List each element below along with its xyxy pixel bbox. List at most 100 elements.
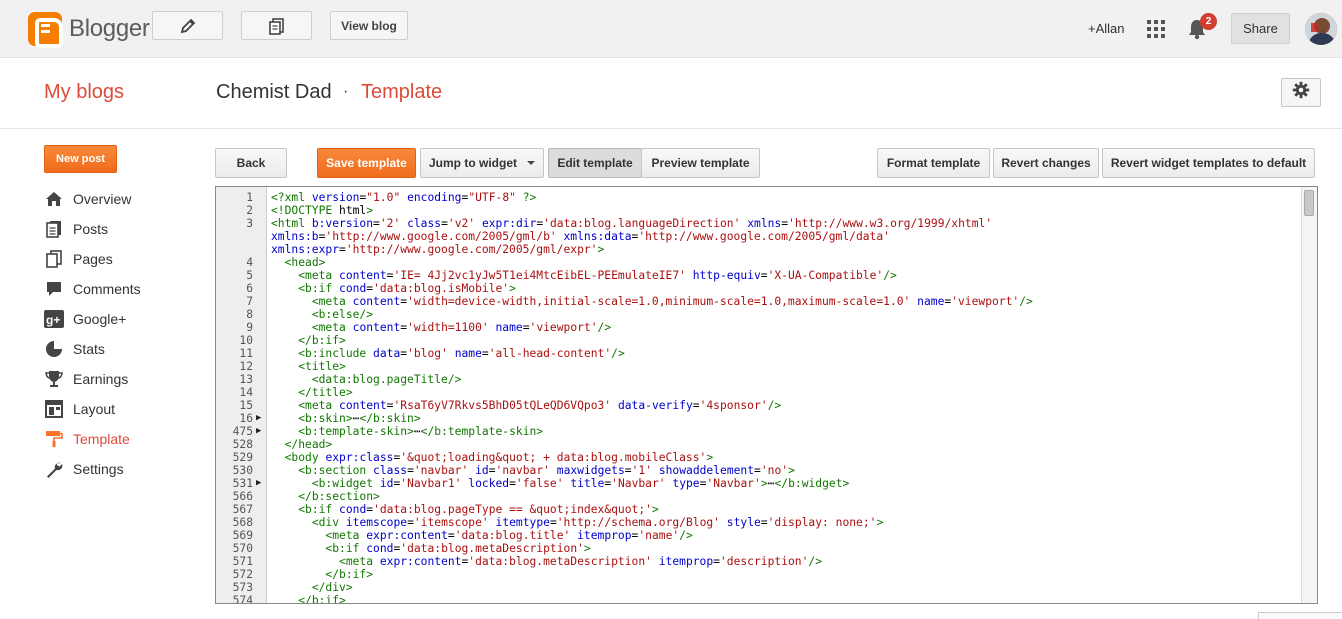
user-avatar[interactable] <box>1305 13 1337 45</box>
sidebar-item-stats[interactable]: Stats <box>44 338 105 360</box>
sidebar-item-comments[interactable]: Comments <box>44 278 141 300</box>
code-line[interactable]: 16 ▶ <b:skin>⋯</b:skin> <box>216 412 1302 425</box>
line-source[interactable]: <b:if cond='data:blog.metaDescription'> <box>271 542 590 555</box>
code-line[interactable]: 13 <data:blog.pageTitle/> <box>216 373 1302 386</box>
line-source[interactable]: </b:if> <box>271 568 373 581</box>
new-post-button[interactable]: New post <box>44 145 117 173</box>
code-line[interactable]: 574 </b:if> <box>216 594 1302 603</box>
line-source[interactable]: <head> <box>271 256 326 269</box>
line-source[interactable]: </head> <box>271 438 333 451</box>
line-source[interactable]: </b:if> <box>271 334 346 347</box>
sidebar-item-overview[interactable]: Overview <box>44 188 131 210</box>
line-source[interactable]: <?xml version="1.0" encoding="UTF-8" ?> <box>271 191 536 204</box>
editor-scrollbar[interactable] <box>1301 187 1317 603</box>
jump-to-widget-dropdown[interactable]: Jump to widget <box>420 148 544 178</box>
line-source[interactable]: <b:section class='navbar' id='navbar' ma… <box>271 464 795 477</box>
sidebar-item-settings[interactable]: Settings <box>44 458 124 480</box>
line-source[interactable]: <data:blog.pageTitle/> <box>271 373 462 386</box>
code-line[interactable]: 3 <html b:version='2' class='v2' expr:dir… <box>216 217 1302 230</box>
code-line[interactable]: 5 <meta content='IE= 4Jj2vc1yJw5T1ei4Mtc… <box>216 269 1302 282</box>
code-line[interactable]: 11 <b:include data='blog' name='all-head… <box>216 347 1302 360</box>
my-blogs-link[interactable]: My blogs <box>44 81 124 104</box>
line-source[interactable]: </b:section> <box>271 490 380 503</box>
line-source[interactable]: <div itemscope='itemscope' itemtype='htt… <box>271 516 883 529</box>
code-line[interactable]: 566 </b:section> <box>216 490 1302 503</box>
code-line[interactable]: 4 <head> <box>216 256 1302 269</box>
line-source[interactable]: <html b:version='2' class='v2' expr:dir=… <box>271 217 992 230</box>
code-line[interactable]: 12 <title> <box>216 360 1302 373</box>
line-source[interactable]: <meta content='RsaT6yV7Rkvs5BhD05tQLeQD6… <box>271 399 781 412</box>
code-line[interactable]: 10 </b:if> <box>216 334 1302 347</box>
code-line[interactable]: xmlns:expr='http://www.google.com/2005/g… <box>216 243 1302 256</box>
code-line[interactable]: 14 </title> <box>216 386 1302 399</box>
code-line[interactable]: 570 <b:if cond='data:blog.metaDescriptio… <box>216 542 1302 555</box>
line-source[interactable]: xmlns:expr='http://www.google.com/2005/g… <box>271 243 604 256</box>
sidebar-item-pages[interactable]: Pages <box>44 248 113 270</box>
line-source[interactable]: <b:skin>⋯</b:skin> <box>271 412 420 425</box>
line-source[interactable]: </div> <box>271 581 353 594</box>
code-line[interactable]: xmlns:b='http://www.google.com/2005/gml/… <box>216 230 1302 243</box>
revert-changes-button[interactable]: Revert changes <box>993 148 1099 178</box>
line-source[interactable]: </title> <box>271 386 352 399</box>
code-line[interactable]: 7 <meta content='width=device-width,init… <box>216 295 1302 308</box>
revert-widget-templates-button[interactable]: Revert widget templates to default <box>1102 148 1315 178</box>
code-lines[interactable]: 1 <?xml version="1.0" encoding="UTF-8" ?>… <box>216 191 1302 603</box>
blog-name-link[interactable]: Chemist Dad <box>216 81 332 104</box>
sidebar-item-template[interactable]: Template <box>44 428 130 450</box>
new-post-pencil-button[interactable] <box>152 11 223 40</box>
code-line[interactable]: 530 <b:section class='navbar' id='navbar… <box>216 464 1302 477</box>
share-button[interactable]: Share <box>1231 13 1290 44</box>
notification-count-badge[interactable]: 2 <box>1200 13 1217 30</box>
code-line[interactable]: 572 </b:if> <box>216 568 1302 581</box>
fold-toggle-icon[interactable]: ▶ <box>256 477 264 490</box>
code-line[interactable]: 531 ▶ <b:widget id='Navbar1' locked='fals… <box>216 477 1302 490</box>
code-line[interactable]: 2 <!DOCTYPE html> <box>216 204 1302 217</box>
line-source[interactable]: <meta expr:content='data:blog.metaDescri… <box>271 555 822 568</box>
apps-grid-icon[interactable] <box>1147 20 1165 38</box>
line-source[interactable]: <meta expr:content='data:blog.title' ite… <box>271 529 692 542</box>
scrollbar-thumb[interactable] <box>1304 190 1314 216</box>
format-template-button[interactable]: Format template <box>877 148 990 178</box>
blogger-logo-text[interactable]: Blogger <box>69 15 150 43</box>
line-source[interactable]: <body expr:class='&quot;loading&quot; + … <box>271 451 714 464</box>
code-line[interactable]: 573 </div> <box>216 581 1302 594</box>
fold-toggle-icon[interactable]: ▶ <box>256 412 264 425</box>
user-profile-link[interactable]: +Allan <box>1088 21 1125 36</box>
preview-template-button[interactable]: Preview template <box>641 148 760 178</box>
blogger-logo-icon[interactable] <box>28 12 63 48</box>
posts-list-button[interactable] <box>241 11 312 40</box>
code-line[interactable]: 567 <b:if cond='data:blog.pageType == &q… <box>216 503 1302 516</box>
line-source[interactable]: <b:widget id='Navbar1' locked='false' ti… <box>271 477 850 490</box>
back-button[interactable]: Back <box>215 148 287 178</box>
line-source[interactable]: <meta content='width=1100' name='viewpor… <box>271 321 611 334</box>
edit-template-button[interactable]: Edit template <box>548 148 642 178</box>
code-line[interactable]: 568 <div itemscope='itemscope' itemtype=… <box>216 516 1302 529</box>
save-template-button[interactable]: Save template <box>317 148 416 178</box>
code-line[interactable]: 528 </head> <box>216 438 1302 451</box>
line-source[interactable]: <title> <box>271 360 346 373</box>
code-line[interactable]: 475 ▶ <b:template-skin>⋯</b:template-skin… <box>216 425 1302 438</box>
line-source[interactable]: <b:else/> <box>271 308 373 321</box>
line-source[interactable]: <meta content='width=device-width,initia… <box>271 295 1033 308</box>
code-line[interactable]: 569 <meta expr:content='data:blog.title'… <box>216 529 1302 542</box>
code-line[interactable]: 529 <body expr:class='&quot;loading&quot… <box>216 451 1302 464</box>
code-line[interactable]: 1 <?xml version="1.0" encoding="UTF-8" ?> <box>216 191 1302 204</box>
line-source[interactable]: <b:template-skin>⋯</b:template-skin> <box>271 425 543 438</box>
line-source[interactable]: <b:if cond='data:blog.isMobile'> <box>271 282 516 295</box>
line-source[interactable]: <b:if cond='data:blog.pageType == &quot;… <box>271 503 659 516</box>
code-line[interactable]: 571 <meta expr:content='data:blog.metaDe… <box>216 555 1302 568</box>
line-source[interactable]: xmlns:b='http://www.google.com/2005/gml/… <box>271 230 890 243</box>
sidebar-item-posts[interactable]: Posts <box>44 218 108 240</box>
code-line[interactable]: 9 <meta content='width=1100' name='viewp… <box>216 321 1302 334</box>
template-code-editor[interactable]: 1 <?xml version="1.0" encoding="UTF-8" ?>… <box>215 186 1318 604</box>
line-source[interactable]: <meta content='IE= 4Jj2vc1yJw5T1ei4MtcEi… <box>271 269 897 282</box>
sidebar-item-earnings[interactable]: Earnings <box>44 368 128 390</box>
line-source[interactable]: </b:if> <box>271 594 346 603</box>
code-line[interactable]: 15 <meta content='RsaT6yV7Rkvs5BhD05tQLe… <box>216 399 1302 412</box>
line-source[interactable]: <!DOCTYPE html> <box>271 204 373 217</box>
code-line[interactable]: 8 <b:else/> <box>216 308 1302 321</box>
settings-gear-button[interactable] <box>1281 78 1321 107</box>
fold-toggle-icon[interactable]: ▶ <box>256 425 264 438</box>
view-blog-button[interactable]: View blog <box>330 11 408 40</box>
sidebar-item-layout[interactable]: Layout <box>44 398 115 420</box>
